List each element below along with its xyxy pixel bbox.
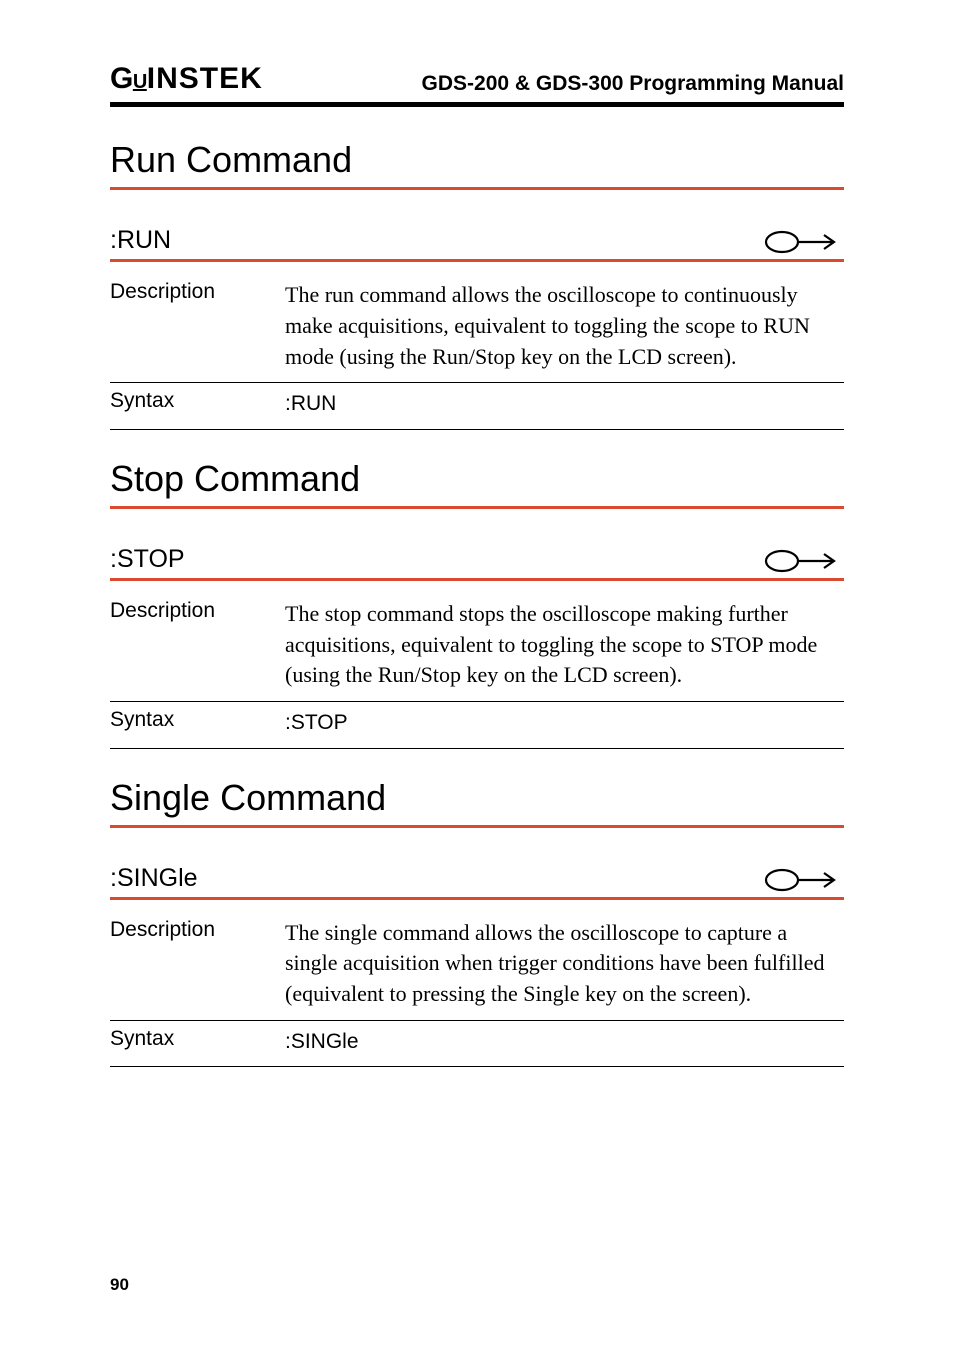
brand-logo: GUINSTEK xyxy=(110,62,263,96)
syntax-row: Syntax :STOP xyxy=(110,702,844,747)
logo-u: U xyxy=(133,71,147,94)
syntax-label: Syntax xyxy=(110,1027,285,1051)
set-icon xyxy=(764,867,844,893)
description-label: Description xyxy=(110,599,285,623)
command-accent-rule xyxy=(110,259,844,262)
description-text: The run command allows the oscilloscope … xyxy=(285,280,844,372)
command-name: :STOP xyxy=(110,545,185,574)
syntax-text: :SINGle xyxy=(285,1027,844,1056)
header-divider xyxy=(110,102,844,107)
section-accent-rule xyxy=(110,825,844,828)
section-accent-rule xyxy=(110,187,844,190)
syntax-row: Syntax :SINGle xyxy=(110,1021,844,1066)
set-icon xyxy=(764,548,844,574)
description-text: The single command allows the oscillosco… xyxy=(285,918,844,1010)
section-heading-single: Single Command xyxy=(110,777,844,819)
command-title-row: :SINGle xyxy=(110,864,844,893)
description-row: Description The run command allows the o… xyxy=(110,274,844,382)
command-accent-rule xyxy=(110,897,844,900)
page-header: GUINSTEK GDS-200 & GDS-300 Programming M… xyxy=(110,62,844,96)
page-number: 90 xyxy=(110,1275,129,1295)
section-accent-rule xyxy=(110,506,844,509)
logo-g: G xyxy=(110,62,133,96)
section-heading-stop: Stop Command xyxy=(110,458,844,500)
manual-title: GDS-200 & GDS-300 Programming Manual xyxy=(422,72,844,96)
command-title-row: :STOP xyxy=(110,545,844,574)
syntax-label: Syntax xyxy=(110,708,285,732)
syntax-row: Syntax :RUN xyxy=(110,383,844,428)
set-icon xyxy=(764,229,844,255)
section-heading-run: Run Command xyxy=(110,139,844,181)
description-text: The stop command stops the oscilloscope … xyxy=(285,599,844,691)
description-row: Description The stop command stops the o… xyxy=(110,593,844,701)
syntax-text: :STOP xyxy=(285,708,844,737)
field-divider xyxy=(110,1066,844,1067)
command-title-row: :RUN xyxy=(110,226,844,255)
command-name: :SINGle xyxy=(110,864,198,893)
command-accent-rule xyxy=(110,578,844,581)
description-row: Description The single command allows th… xyxy=(110,912,844,1020)
syntax-text: :RUN xyxy=(285,389,844,418)
logo-instek: INSTEK xyxy=(147,62,263,96)
description-label: Description xyxy=(110,918,285,942)
syntax-label: Syntax xyxy=(110,389,285,413)
command-name: :RUN xyxy=(110,226,171,255)
description-label: Description xyxy=(110,280,285,304)
